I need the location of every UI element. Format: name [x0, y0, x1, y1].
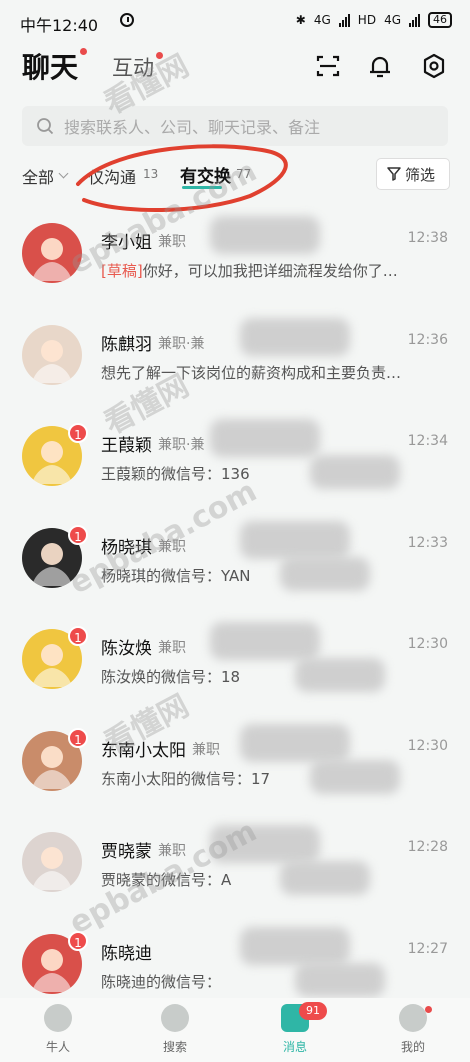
- tab-messages[interactable]: 91 消息: [255, 1002, 335, 1060]
- redaction-blur: [295, 658, 385, 692]
- conversation-row[interactable]: 1 陈汝焕 兼职 12:30 陈汝焕的微信号：18: [0, 610, 470, 710]
- redaction-blur: [310, 455, 400, 489]
- message-time: 12:30: [407, 737, 448, 754]
- tab-search-label: 搜索: [162, 1040, 187, 1054]
- redaction-blur: [295, 962, 385, 997]
- message-text: 陈晓迪的微信号：: [101, 972, 222, 991]
- message-time: 12:27: [407, 940, 448, 957]
- message-preview: 陈汝焕的微信号：18: [101, 666, 446, 687]
- message-text: 杨晓琪的微信号：YAN: [101, 566, 251, 585]
- redaction-blur: [240, 520, 350, 559]
- tab-search[interactable]: 搜索: [135, 1004, 215, 1060]
- contact-name: 陈麒羽: [101, 334, 152, 355]
- conversation-row[interactable]: 李小姐 兼职 12:38 [草稿]你好，可以加我把详细流程发给你了…: [0, 204, 470, 304]
- message-text: 陈汝焕的微信号：18: [101, 668, 241, 686]
- draft-label: [草稿]: [101, 262, 143, 280]
- message-text: 王葭颖的微信号：136: [101, 465, 250, 483]
- contact-name: 杨晓琪: [101, 537, 152, 558]
- message-time: 12:30: [407, 636, 448, 652]
- tab-niuren-label: 牛人: [45, 1040, 70, 1054]
- message-time: 12:36: [407, 331, 448, 348]
- redaction-blur: [280, 861, 370, 895]
- tab-niuren[interactable]: 牛人: [18, 1004, 98, 1060]
- redaction-blur: [210, 622, 320, 660]
- unread-badge: 1: [68, 524, 88, 545]
- unread-badge: 1: [68, 626, 88, 646]
- message-text: 东南小太阳的微信号：17: [101, 769, 271, 788]
- redaction-blur: [240, 926, 350, 965]
- contact-name: 王葭颖: [101, 436, 152, 456]
- message-preview: 杨晓琪的微信号：YAN: [101, 565, 446, 586]
- redaction-blur: [210, 216, 320, 254]
- message-time: 12:38: [407, 230, 448, 246]
- avatar: [22, 832, 82, 892]
- bottom-tab-bar: 牛人 搜索 91 消息 我的: [0, 998, 470, 1062]
- avatar: [22, 324, 82, 385]
- mine-dot: [425, 1006, 432, 1013]
- job-tag: 兼职: [192, 741, 220, 758]
- job-tag: 兼职: [158, 843, 186, 859]
- redaction-blur: [280, 556, 370, 591]
- conversation-row[interactable]: 1 王葭颖 兼职·兼 12:34 王葭颖的微信号：136: [0, 407, 470, 507]
- message-preview: 陈晓迪的微信号：: [101, 971, 446, 992]
- tab-mine[interactable]: 我的: [373, 1004, 453, 1060]
- profile-icon: [399, 1004, 427, 1032]
- conversation-row[interactable]: 贾晓蒙 兼职 12:28 贾晓蒙的微信号：A: [0, 813, 470, 913]
- conversation-row[interactable]: 陈麒羽 兼职·兼 12:36 想先了解一下该岗位的薪资构成和主要负责…: [0, 306, 470, 406]
- redaction-blur: [210, 419, 320, 457]
- message-text: 想先了解一下该岗位的薪资构成和主要负责…: [101, 363, 402, 382]
- unread-badge: 1: [68, 727, 88, 748]
- unread-badge: 1: [68, 930, 88, 951]
- message-preview: [草稿]你好，可以加我把详细流程发给你了…: [101, 260, 446, 281]
- search-tab-icon: [161, 1004, 189, 1032]
- contact-name: 东南小太阳: [101, 740, 186, 761]
- redaction-blur: [240, 723, 350, 762]
- tab-mine-label: 我的: [400, 1040, 425, 1054]
- message-preview: 想先了解一下该岗位的薪资构成和主要负责…: [101, 362, 446, 383]
- conversation-row[interactable]: 1 杨晓琪 兼职 12:33 杨晓琪的微信号：YAN: [0, 509, 470, 609]
- unread-badge: 1: [68, 423, 88, 443]
- job-tag: 兼职: [158, 234, 186, 250]
- conversation-row[interactable]: 1 东南小太阳 兼职 12:30 东南小太阳的微信号：17: [0, 712, 470, 812]
- redaction-blur: [240, 317, 350, 356]
- niuren-icon: [44, 1004, 72, 1032]
- tab-messages-label: 消息: [282, 1040, 307, 1054]
- message-preview: 贾晓蒙的微信号：A: [101, 869, 446, 890]
- redaction-blur: [210, 825, 320, 863]
- contact-name: 陈汝焕: [101, 639, 152, 659]
- message-time: 12:33: [407, 534, 448, 551]
- message-text: 贾晓蒙的微信号：A: [101, 871, 232, 889]
- avatar: [22, 223, 82, 283]
- job-tag: 兼职: [158, 538, 186, 555]
- job-tag: 兼职: [158, 640, 186, 656]
- message-text: 你好，可以加我把详细流程发给你了…: [142, 262, 398, 280]
- contact-name: 李小姐: [101, 233, 152, 253]
- job-tag: 兼职·兼: [158, 437, 205, 453]
- messages-badge: 91: [299, 1002, 327, 1020]
- message-time: 12:34: [407, 433, 448, 449]
- message-time: 12:28: [407, 839, 448, 855]
- job-tag: 兼职·兼: [158, 335, 205, 352]
- redaction-blur: [310, 759, 400, 794]
- contact-name: 陈晓迪: [101, 943, 152, 964]
- contact-name: 贾晓蒙: [101, 842, 152, 862]
